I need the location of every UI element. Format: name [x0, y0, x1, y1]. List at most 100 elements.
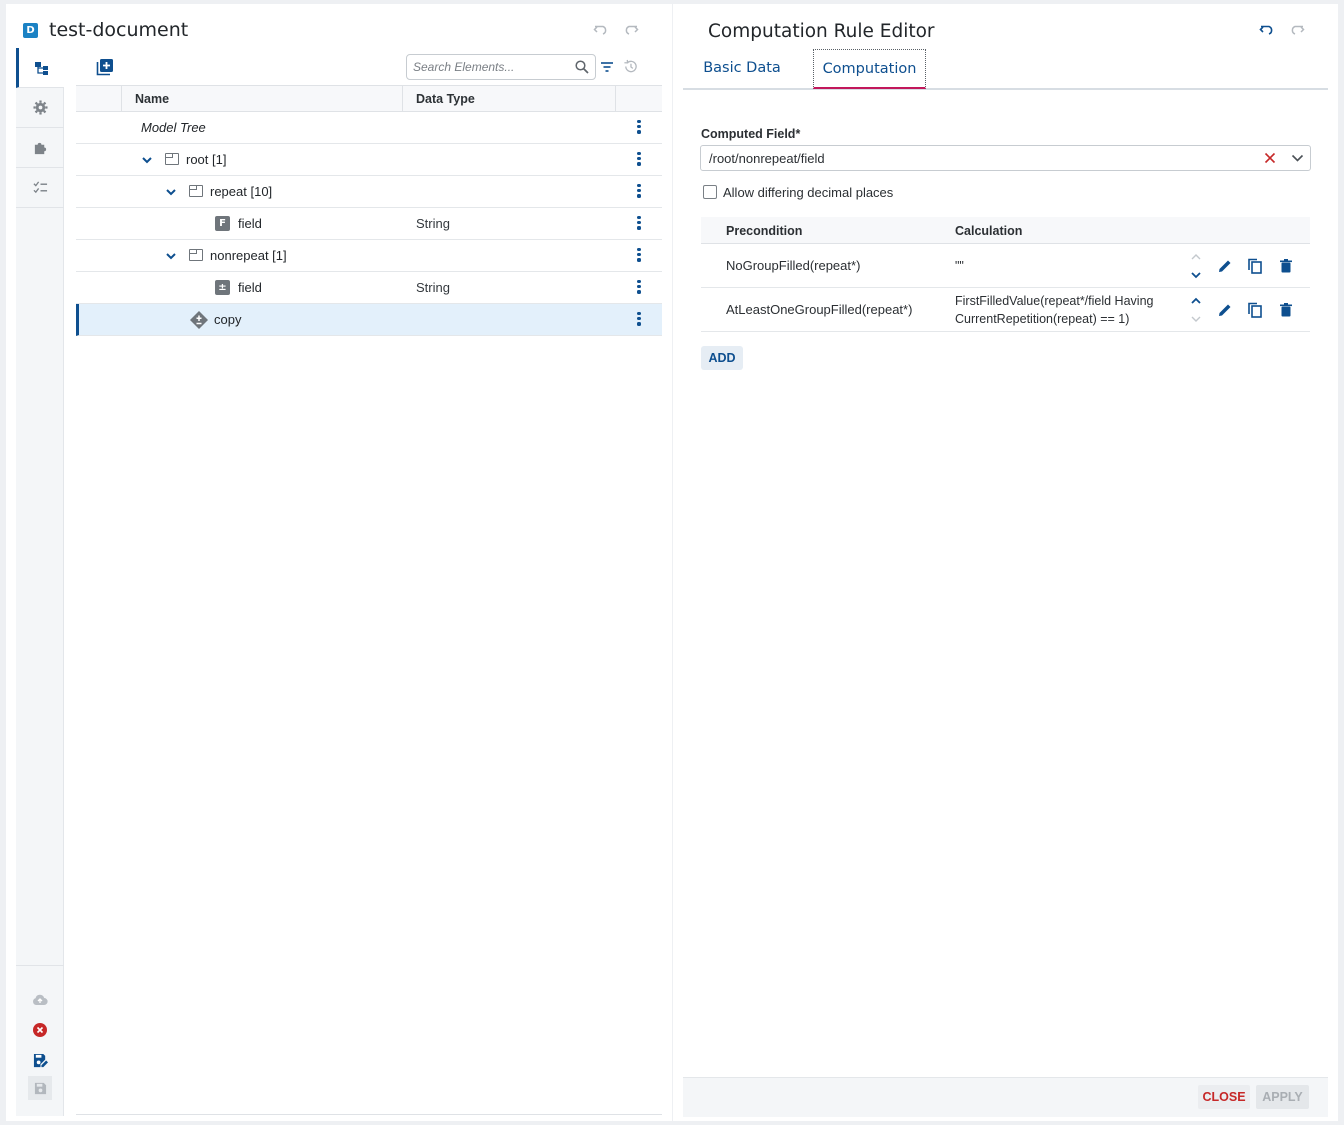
- chevron-down-icon[interactable]: [165, 186, 177, 198]
- precondition-header: Precondition: [726, 224, 803, 238]
- computed-field-select[interactable]: /root/nonrepeat/field: [700, 145, 1311, 171]
- more-options-icon[interactable]: [636, 216, 642, 232]
- tree-row-label: repeat [10]: [210, 184, 273, 199]
- undo-icon[interactable]: [591, 21, 611, 41]
- tree-row-repeat[interactable]: repeat [10]: [76, 176, 662, 208]
- rules-header: Precondition Calculation: [701, 217, 1310, 244]
- edit-icon[interactable]: [1217, 258, 1233, 274]
- rail-model-tree[interactable]: [16, 48, 64, 88]
- rule-precondition: NoGroupFilled(repeat*): [726, 258, 861, 273]
- tree-row-field[interactable]: ± field String: [76, 272, 662, 304]
- upload-button[interactable]: [16, 986, 64, 1014]
- more-options-icon[interactable]: [636, 248, 642, 264]
- folder-icon: [189, 249, 203, 261]
- chevron-down-icon[interactable]: [1291, 153, 1304, 163]
- computed-field-label: Computed Field*: [701, 127, 801, 141]
- tab-computation[interactable]: Computation: [813, 49, 926, 89]
- rule-editor-panel: Computation Rule Editor Basic Data Compu…: [673, 4, 1338, 1121]
- delete-icon[interactable]: [1278, 258, 1294, 274]
- add-element-button[interactable]: [96, 58, 116, 78]
- apply-button[interactable]: APPLY: [1256, 1085, 1309, 1109]
- document-header: D test-document: [6, 4, 672, 50]
- save-icon: [34, 1082, 46, 1094]
- tree-row-label: copy: [214, 312, 242, 327]
- copy-icon[interactable]: [1247, 302, 1263, 318]
- history-icon[interactable]: [623, 59, 638, 74]
- tree-icon: [34, 61, 48, 75]
- tree-toolbar: [76, 50, 662, 86]
- side-rail: [16, 48, 64, 1116]
- rule-row[interactable]: AtLeastOneGroupFilled(repeat*) FirstFill…: [701, 288, 1310, 332]
- model-tree-table: Name Data Type Model Tree root [1] repea…: [76, 85, 662, 336]
- save-as-button[interactable]: [16, 1046, 64, 1074]
- editor-footer: CLOSE APPLY: [683, 1077, 1328, 1117]
- editor-tabs: Basic Data Computation: [683, 49, 1328, 90]
- rule-calculation: "": [955, 259, 964, 273]
- gear-icon: [32, 100, 48, 115]
- tree-row-label: field: [238, 216, 262, 231]
- move-up-icon[interactable]: [1190, 252, 1202, 262]
- tab-basic-data[interactable]: Basic Data: [683, 49, 801, 89]
- tree-row-datatype: String: [416, 216, 450, 231]
- clear-icon[interactable]: [1264, 152, 1276, 164]
- save-button[interactable]: [28, 1076, 52, 1100]
- more-options-icon[interactable]: [636, 152, 642, 168]
- search-icon[interactable]: [575, 60, 589, 74]
- add-rule-button[interactable]: ADD: [701, 346, 743, 370]
- chevron-down-icon[interactable]: [165, 250, 177, 262]
- calculation-header: Calculation: [955, 224, 1023, 238]
- field-icon: F: [215, 216, 230, 231]
- delete-icon[interactable]: [1278, 302, 1294, 318]
- column-divider[interactable]: [615, 86, 616, 112]
- tree-row-nonrepeat[interactable]: nonrepeat [1]: [76, 240, 662, 272]
- document-badge: D: [23, 23, 38, 38]
- rule-precondition: AtLeastOneGroupFilled(repeat*): [726, 302, 913, 317]
- redo-icon[interactable]: [1287, 21, 1307, 41]
- more-options-icon[interactable]: [636, 312, 642, 328]
- tree-row-label: root [1]: [186, 152, 227, 167]
- rule-row[interactable]: NoGroupFilled(repeat*) "": [701, 244, 1310, 288]
- column-datatype-header[interactable]: Data Type: [416, 92, 475, 106]
- puzzle-icon: [34, 142, 46, 155]
- discard-button[interactable]: [16, 1016, 64, 1044]
- rail-plugins[interactable]: [16, 128, 64, 168]
- document-panel: D test-document Search Elements... Name …: [6, 4, 672, 1121]
- cloud-upload-icon: [33, 994, 48, 1006]
- edit-icon[interactable]: [1217, 302, 1233, 318]
- divider: [76, 1114, 662, 1115]
- more-options-icon[interactable]: [636, 280, 642, 296]
- folder-icon: [165, 153, 179, 165]
- move-up-icon[interactable]: [1190, 296, 1202, 306]
- computed-field-icon: ±: [215, 280, 230, 295]
- close-button[interactable]: CLOSE: [1198, 1085, 1250, 1109]
- undo-icon[interactable]: [1257, 21, 1277, 41]
- move-down-icon[interactable]: [1190, 314, 1202, 324]
- decimal-places-checkbox[interactable]: [703, 185, 717, 199]
- column-name-header[interactable]: Name: [135, 92, 169, 106]
- search-input[interactable]: [413, 58, 563, 76]
- filter-icon[interactable]: [600, 60, 614, 74]
- redo-icon[interactable]: [621, 21, 641, 41]
- rail-checklist[interactable]: [16, 168, 64, 208]
- tree-header: Name Data Type: [76, 85, 662, 112]
- rule-diamond-icon: [190, 311, 208, 329]
- search-box: [406, 54, 596, 80]
- decimal-places-label: Allow differing decimal places: [723, 185, 894, 200]
- tree-row-label: Model Tree: [141, 120, 206, 135]
- chevron-down-icon[interactable]: [141, 154, 153, 166]
- tree-row-field[interactable]: F field String: [76, 208, 662, 240]
- tree-row-copy[interactable]: copy: [76, 304, 662, 336]
- folder-icon: [189, 185, 203, 197]
- more-options-icon[interactable]: [636, 184, 642, 200]
- rules-table: Precondition Calculation NoGroupFilled(r…: [701, 217, 1310, 332]
- rail-settings[interactable]: [16, 88, 64, 128]
- tree-row-label: nonrepeat [1]: [210, 248, 287, 263]
- column-divider[interactable]: [402, 86, 403, 112]
- copy-icon[interactable]: [1247, 258, 1263, 274]
- tree-row-root[interactable]: root [1]: [76, 144, 662, 176]
- column-divider[interactable]: [121, 86, 122, 112]
- more-options-icon[interactable]: [636, 120, 642, 136]
- move-down-icon[interactable]: [1190, 270, 1202, 280]
- tree-row-model-tree[interactable]: Model Tree: [76, 112, 662, 144]
- document-title: test-document: [49, 19, 189, 41]
